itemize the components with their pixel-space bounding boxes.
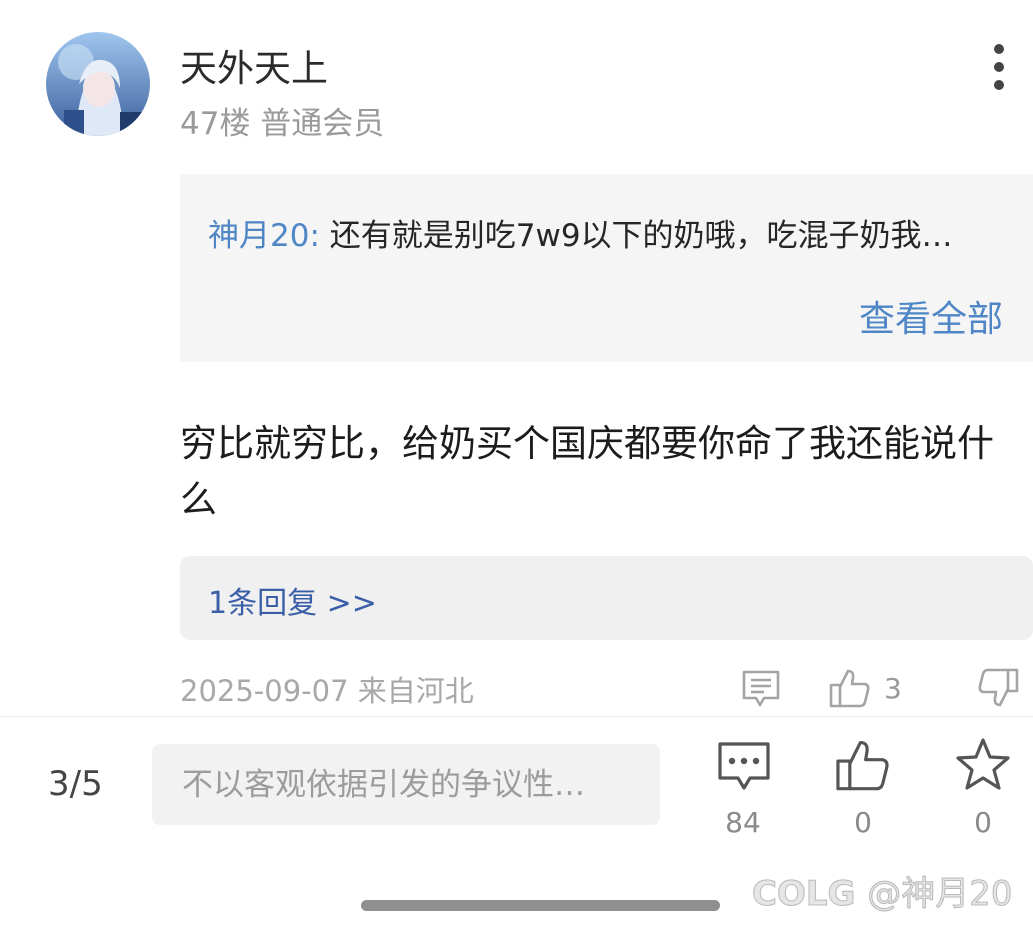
chat-bubble-icon[interactable]	[716, 738, 772, 798]
like-count: 3	[884, 672, 902, 705]
replies-button[interactable]: 1条回复 >>	[180, 556, 1033, 640]
quoted-reply[interactable]: 神月20: 还有就是别吃7w9以下的奶哦，吃混子奶我… 查看全部	[180, 174, 1033, 362]
comment-body: 穷比就穷比，给奶买个国庆都要你命了我还能说什么	[180, 422, 994, 521]
page-indicator[interactable]: 3/5	[48, 764, 103, 804]
thumbs-up-icon[interactable]	[834, 736, 892, 798]
quote-author[interactable]: 神月20:	[208, 218, 320, 254]
comment-count: 84	[725, 806, 761, 839]
thumbs-down-icon[interactable]	[976, 666, 1020, 714]
username[interactable]: 天外天上	[180, 38, 328, 92]
post-like-count: 0	[854, 806, 872, 839]
avatar[interactable]	[46, 32, 150, 136]
replies-label: 1条回复 >>	[208, 586, 377, 621]
quote-text: 神月20: 还有就是别吃7w9以下的奶哦，吃混子奶我…	[208, 210, 1008, 255]
watermark-handle: @神月20	[867, 874, 1013, 915]
star-icon[interactable]	[954, 736, 1012, 798]
view-all-link[interactable]: 查看全部	[859, 290, 1003, 342]
favorite-count: 0	[974, 806, 992, 839]
watermark-logo: COLG	[751, 874, 856, 915]
more-vertical-icon[interactable]	[984, 42, 1014, 92]
comment-icon[interactable]	[740, 668, 782, 714]
thumbs-up-icon[interactable]	[828, 666, 872, 714]
home-indicator[interactable]	[361, 900, 720, 911]
reply-input[interactable]	[152, 744, 660, 825]
post-date-location: 2025-09-07 来自河北	[180, 674, 474, 708]
floor-meta: 47楼 普通会员	[180, 106, 385, 142]
quote-body: 还有就是别吃7w9以下的奶哦，吃混子奶我…	[329, 218, 953, 254]
watermark: COLG @神月20	[751, 866, 1013, 915]
reply-input-box[interactable]	[152, 744, 660, 825]
